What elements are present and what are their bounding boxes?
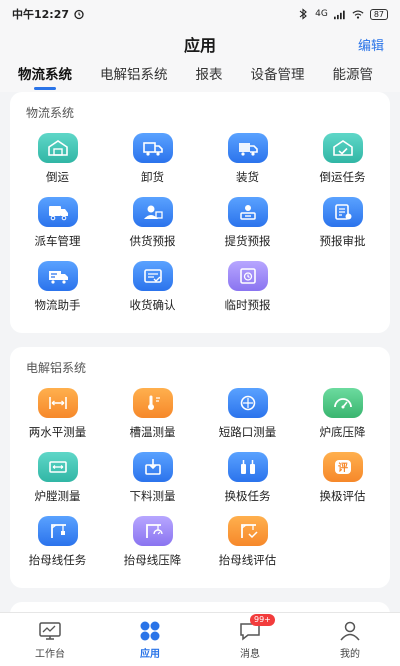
- app-unload[interactable]: 卸货: [105, 133, 200, 191]
- app-logistics-assistant[interactable]: 物流助手: [10, 261, 105, 319]
- app-furnace-chamber-measure[interactable]: 炉膛测量: [10, 452, 105, 510]
- approval-icon: [322, 197, 363, 227]
- edit-button[interactable]: 编辑: [358, 35, 384, 54]
- battery-indicator: 87: [369, 8, 388, 20]
- crane-pressure-icon: [132, 516, 173, 546]
- signal-icon: [333, 8, 346, 20]
- crane-icon: [37, 516, 78, 546]
- section-electrolytic-aluminum: 电解铝系统 两水平测量 槽温测量 短路口测量 炉底压降 炉膛测量 下料测量 换极…: [10, 347, 390, 588]
- category-tabs: 物流系统 电解铝系统 报表 设备管理 能源管: [0, 60, 400, 92]
- feed-box-icon: [132, 452, 173, 482]
- evaluate-glyph: 评: [338, 461, 348, 474]
- unload-truck-icon: [132, 133, 173, 163]
- page-header: 应用 编辑: [0, 28, 400, 60]
- message-icon: 99+: [238, 613, 275, 642]
- tab-electrolytic-aluminum[interactable]: 电解铝系统: [100, 60, 168, 92]
- app-cell-temp-measure[interactable]: 槽温测量: [105, 388, 200, 446]
- tab-reports[interactable]: 报表: [196, 60, 223, 92]
- pickup-icon: [227, 197, 268, 227]
- app-temp-forecast[interactable]: 临时预报: [200, 261, 295, 319]
- app-grid: 倒运 卸货 装货 倒运任务 派车管理 供货预报 提货预报 预报审批 物流助手 收…: [10, 129, 390, 325]
- wifi-icon: [352, 8, 364, 20]
- app-transfer-task[interactable]: 倒运任务: [295, 133, 390, 191]
- section-next-peek: [10, 602, 390, 612]
- furnace-ruler-icon: [37, 452, 78, 482]
- bluetooth-icon: [297, 8, 309, 20]
- app-forecast-approval[interactable]: 预报审批: [295, 197, 390, 255]
- gauge-circle-icon: [227, 388, 268, 418]
- tab-equipment[interactable]: 设备管理: [251, 60, 305, 92]
- page-title: 应用: [183, 36, 216, 55]
- tab-logistics[interactable]: 物流系统: [18, 60, 72, 92]
- app-load[interactable]: 装货: [200, 133, 295, 191]
- app-pickup-forecast[interactable]: 提货预报: [200, 197, 295, 255]
- receipt-icon: [132, 261, 173, 291]
- clock-doc-icon: [227, 261, 268, 291]
- nav-mine[interactable]: 我的: [300, 613, 400, 666]
- load-truck-icon: [227, 133, 268, 163]
- nav-messages[interactable]: 99+ 消息: [200, 613, 300, 666]
- status-bar: 中午12:27 4G 87: [0, 0, 400, 28]
- monitor-icon: [38, 620, 62, 642]
- evaluate-icon: 评: [322, 452, 363, 482]
- alarm-icon: [73, 8, 85, 20]
- app-grid: 两水平测量 槽温测量 短路口测量 炉底压降 炉膛测量 下料测量 换极任务 评 换…: [10, 384, 390, 580]
- app-short-circuit-measure[interactable]: 短路口测量: [200, 388, 295, 446]
- truck-icon: [37, 197, 78, 227]
- level-ruler-icon: [37, 388, 78, 418]
- pressure-gauge-icon: [322, 388, 363, 418]
- app-anode-change-task[interactable]: 换极任务: [200, 452, 295, 510]
- network-type: 4G: [315, 9, 328, 19]
- section-title: 电解铝系统: [26, 361, 87, 375]
- app-busbar-raise-drop[interactable]: 抬母线压降: [105, 516, 200, 574]
- bottom-nav: 工作台 应用 99+ 消息 我的: [0, 612, 400, 666]
- app-furnace-bottom-drop[interactable]: 炉底压降: [295, 388, 390, 446]
- app-two-level-measure[interactable]: 两水平测量: [10, 388, 105, 446]
- app-busbar-raise-task[interactable]: 抬母线任务: [10, 516, 105, 574]
- apps-icon: [138, 620, 162, 642]
- electrode-swap-icon: [227, 452, 268, 482]
- user-icon: [338, 620, 362, 642]
- app-receipt-confirm[interactable]: 收货确认: [105, 261, 200, 319]
- thermometer-icon: [132, 388, 173, 418]
- section-title: 物流系统: [26, 106, 75, 120]
- delivery-truck-icon: [37, 261, 78, 291]
- section-logistics: 物流系统 倒运 卸货 装货 倒运任务 派车管理 供货预报 提货预报 预报审批 物…: [10, 92, 390, 333]
- app-anode-change-evaluate[interactable]: 评 换极评估: [295, 452, 390, 510]
- status-left: 中午12:27: [12, 6, 85, 22]
- nav-workbench[interactable]: 工作台: [0, 613, 100, 666]
- nav-apps[interactable]: 应用: [100, 613, 200, 666]
- status-time: 中午12:27: [12, 8, 70, 21]
- supplier-icon: [132, 197, 173, 227]
- status-right: 4G 87: [297, 8, 388, 20]
- app-feed-measure[interactable]: 下料测量: [105, 452, 200, 510]
- app-supply-forecast[interactable]: 供货预报: [105, 197, 200, 255]
- unread-badge: 99+: [250, 613, 275, 626]
- warehouse-task-icon: [322, 133, 363, 163]
- app-transfer[interactable]: 倒运: [10, 133, 105, 191]
- tab-energy[interactable]: 能源管: [333, 60, 374, 92]
- app-busbar-raise-evaluate[interactable]: 抬母线评估: [200, 516, 295, 574]
- warehouse-icon: [37, 133, 78, 163]
- app-dispatch[interactable]: 派车管理: [10, 197, 105, 255]
- crane-evaluate-icon: [227, 516, 268, 546]
- app-list[interactable]: 物流系统 倒运 卸货 装货 倒运任务 派车管理 供货预报 提货预报 预报审批 物…: [0, 92, 400, 612]
